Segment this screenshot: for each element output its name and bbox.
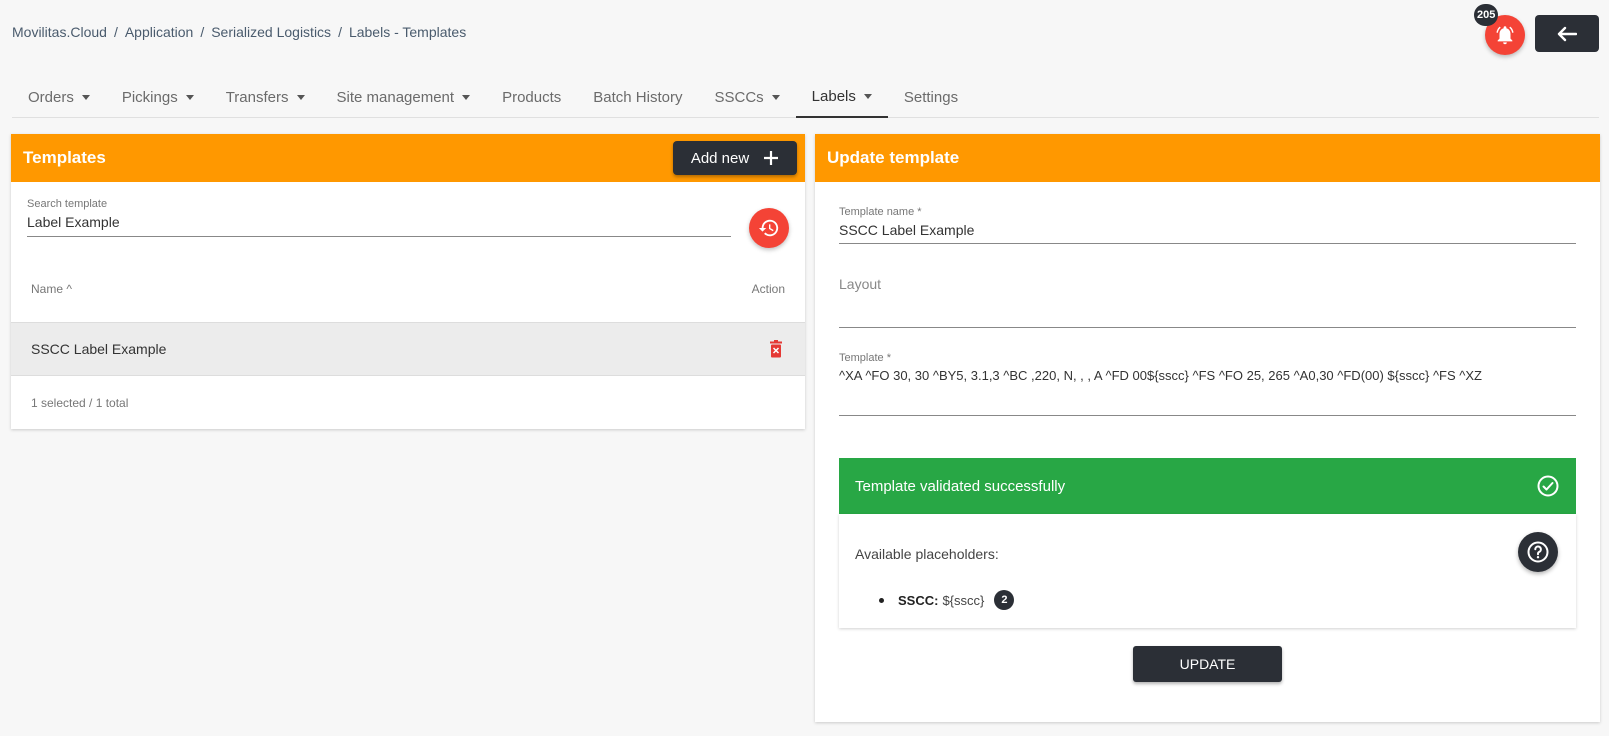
template-textarea[interactable]: Template * ^XA ^FO 30, 30 ^BY5, 3.1,3 ^B…	[839, 352, 1576, 416]
panel-title: Update template	[827, 148, 960, 167]
tab-site-management[interactable]: Site management	[321, 76, 487, 118]
validation-success-banner: Template validated successfully	[839, 458, 1576, 514]
tab-label: Orders	[28, 88, 74, 106]
placeholders-title: Available placeholders:	[855, 546, 999, 562]
back-button[interactable]	[1535, 15, 1599, 52]
tab-label: Labels	[811, 87, 856, 105]
validation-message: Template validated successfully	[855, 477, 1066, 495]
placeholder-key: SSCC:	[898, 592, 939, 608]
history-icon	[758, 219, 779, 237]
bell-ring-icon	[1496, 26, 1514, 45]
breadcrumb-separator: /	[113, 24, 118, 40]
caret-down-icon	[185, 94, 194, 100]
column-header-action: Action	[751, 282, 785, 296]
tab-label: Transfers	[225, 88, 289, 106]
table-row[interactable]: SSCC Label Example	[11, 322, 805, 376]
template-name-label: Template name *	[839, 206, 922, 218]
tab-settings[interactable]: Settings	[888, 76, 974, 118]
breadcrumb-separator: /	[200, 24, 205, 40]
update-panel-header: Update template	[815, 134, 1600, 182]
tab-label: Site management	[336, 88, 455, 106]
caret-down-icon	[462, 94, 471, 100]
breadcrumb-separator: /	[338, 24, 342, 40]
tab-label: SSCCs	[714, 88, 764, 106]
placeholders-card: Available placeholders: SSCC: ${sscc} 2	[839, 514, 1576, 628]
table-header: Name ^ Action	[11, 282, 805, 310]
notification-count-badge: 205	[1474, 4, 1499, 26]
templates-panel: Templates Add new Search template Label …	[11, 134, 805, 429]
delete-icon[interactable]	[769, 340, 783, 358]
tab-pickings[interactable]: Pickings	[106, 76, 210, 118]
column-header-name[interactable]: Name ^	[31, 282, 72, 296]
tab-label: Products	[502, 88, 562, 106]
tab-orders[interactable]: Orders	[12, 76, 106, 118]
templates-panel-header: Templates Add new	[11, 134, 805, 182]
panel-title: Templates	[23, 148, 106, 167]
help-circle-icon	[1527, 541, 1549, 563]
placeholder-value: ${sscc}	[942, 592, 985, 608]
reset-search-button[interactable]	[749, 208, 789, 248]
breadcrumb: Movilitas.Cloud / Application / Serializ…	[12, 24, 466, 40]
tab-batch-history[interactable]: Batch History	[577, 76, 698, 118]
breadcrumb-item[interactable]: Application	[125, 24, 194, 40]
row-name: SSCC Label Example	[31, 341, 167, 357]
search-label: Search template	[27, 198, 108, 210]
add-new-button[interactable]: Add new	[673, 141, 797, 175]
help-button[interactable]	[1518, 532, 1558, 572]
arrow-left-icon	[1557, 26, 1577, 41]
tab-transfers[interactable]: Transfers	[210, 76, 321, 118]
breadcrumb-item[interactable]: Serialized Logistics	[211, 24, 331, 40]
plus-icon	[764, 151, 779, 165]
template-name-field[interactable]: Template name * SSCC Label Example	[839, 206, 1576, 244]
search-template-input[interactable]: Search template Label Example	[27, 198, 731, 237]
caret-down-icon	[81, 94, 90, 100]
tab-labels[interactable]: Labels	[795, 76, 888, 118]
add-new-label: Add new	[690, 149, 750, 167]
breadcrumb-item-current: Labels - Templates	[348, 24, 467, 40]
caret-down-icon	[296, 94, 305, 100]
main-nav: Orders Pickings Transfers Site managemen…	[12, 76, 1599, 118]
search-value[interactable]: Label Example	[27, 214, 731, 230]
tab-products[interactable]: Products	[486, 76, 577, 118]
caret-down-icon	[863, 93, 872, 99]
template-name-value[interactable]: SSCC Label Example	[839, 222, 1576, 238]
selection-count: 1 selected / 1 total	[31, 396, 129, 410]
layout-select[interactable]: Layout	[839, 276, 1576, 328]
placeholder-count-badge: 2	[994, 590, 1015, 610]
placeholder-item: SSCC: ${sscc} 2	[879, 590, 1015, 610]
bullet	[879, 597, 884, 603]
template-label: Template *	[839, 352, 891, 364]
tab-label: Settings	[903, 88, 959, 106]
tab-ssccs[interactable]: SSCCs	[698, 76, 795, 118]
check-circle-icon	[1537, 475, 1559, 497]
caret-down-icon	[771, 94, 780, 100]
template-value[interactable]: ^XA ^FO 30, 30 ^BY5, 3.1,3 ^BC ,220, N, …	[839, 368, 1576, 383]
layout-label: Layout	[839, 276, 882, 292]
update-template-panel: Update template Template name * SSCC Lab…	[815, 134, 1600, 722]
update-button[interactable]: UPDATE	[1133, 646, 1282, 682]
tab-label: Batch History	[593, 88, 683, 106]
breadcrumb-item[interactable]: Movilitas.Cloud	[12, 24, 107, 40]
tab-label: Pickings	[121, 88, 178, 106]
